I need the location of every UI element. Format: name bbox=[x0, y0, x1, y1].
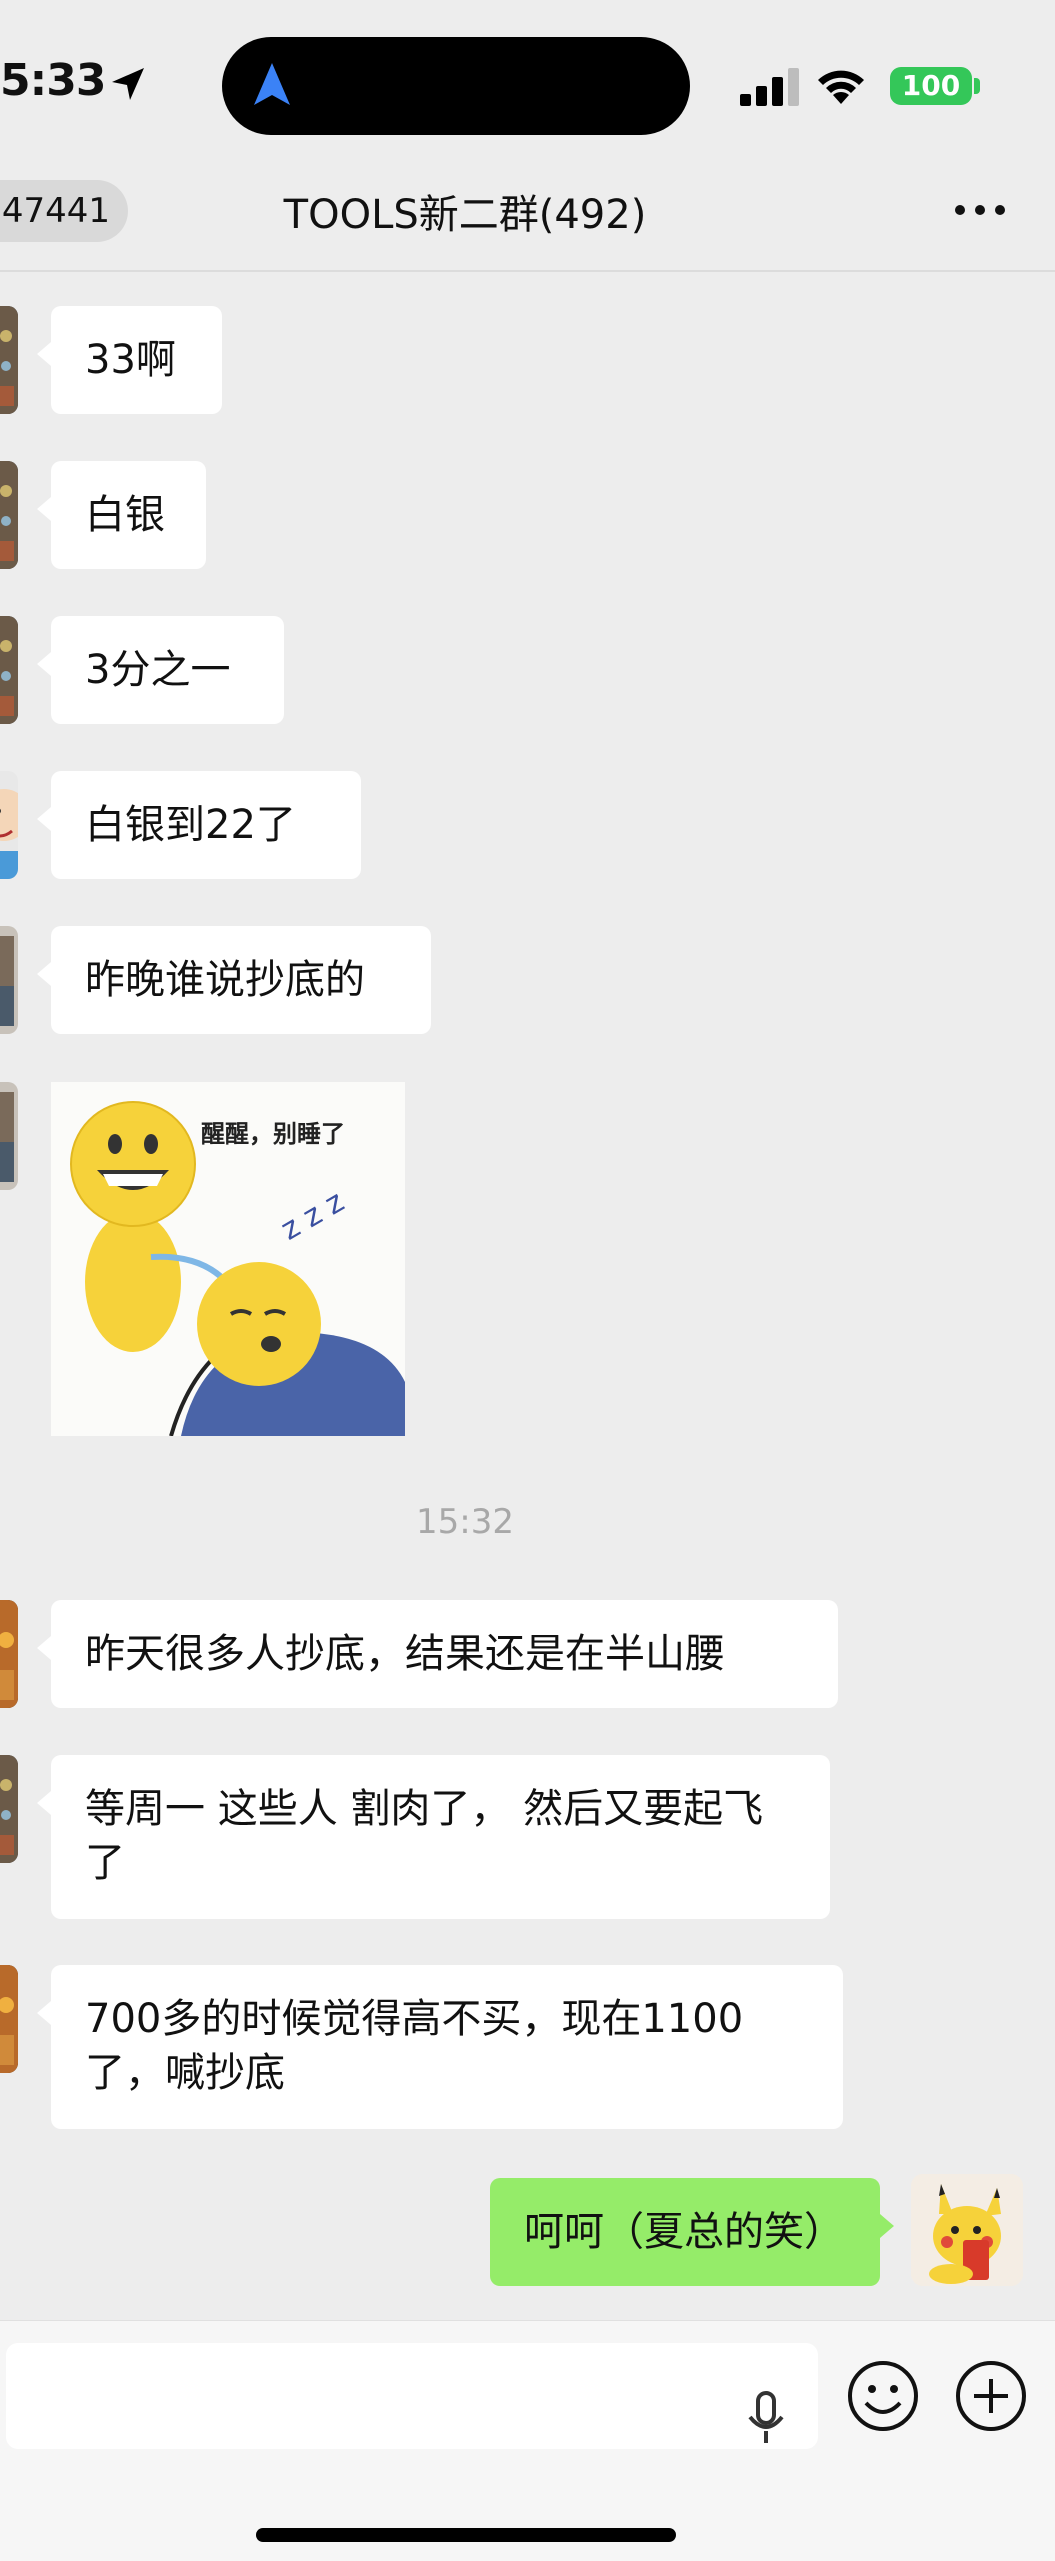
pikachu-avatar-image bbox=[911, 2174, 1023, 2286]
location-arrow-icon bbox=[112, 68, 144, 100]
sticker-caption: 醒醒，别睡了 bbox=[201, 1120, 345, 1148]
message-bubble[interactable]: 昨天很多人抄底，结果还是在半山腰 bbox=[37, 1600, 838, 1708]
navigation-arrow-icon bbox=[254, 63, 290, 105]
chat-title: TOOLS新二群(492) bbox=[283, 192, 647, 238]
message-bubble[interactable]: 等周一 这些人 割肉了， 然后又要起飞了 bbox=[37, 1755, 830, 1919]
message-bubble[interactable]: 33啊 bbox=[37, 306, 222, 414]
sender-avatar[interactable] bbox=[0, 771, 18, 879]
message-input[interactable] bbox=[6, 2343, 818, 2449]
sender-avatar[interactable] bbox=[0, 1965, 18, 2073]
message-bubble[interactable]: 700多的时候觉得高不买，现在1100了，喊抄底 bbox=[37, 1965, 843, 2129]
home-indicator bbox=[256, 2528, 676, 2542]
microphone-icon[interactable] bbox=[746, 2389, 786, 2449]
sender-avatar[interactable] bbox=[0, 461, 18, 569]
message-timestamp: 15:32 bbox=[416, 1502, 514, 1542]
dynamic-island bbox=[222, 37, 690, 135]
chat-header: 47441 TOOLS新二群(492) bbox=[0, 170, 1055, 272]
emoji-icon[interactable] bbox=[846, 2359, 920, 2433]
sender-avatar[interactable] bbox=[0, 926, 18, 1034]
sender-avatar[interactable] bbox=[0, 306, 18, 414]
status-time: 5:33 bbox=[0, 55, 106, 106]
cellular-signal-icon bbox=[740, 68, 799, 106]
sticker-image[interactable]: 醒醒，别睡了 z z z bbox=[51, 1082, 405, 1436]
message-bubble[interactable]: 白银 bbox=[37, 461, 206, 569]
sender-avatar[interactable] bbox=[0, 616, 18, 724]
my-avatar[interactable] bbox=[911, 2174, 1023, 2286]
my-message-bubble[interactable]: 呵呵（夏总的笑） bbox=[490, 2178, 894, 2286]
sender-avatar[interactable] bbox=[0, 1600, 18, 1708]
sticker-emoji-wake-up: 醒醒，别睡了 z z z bbox=[51, 1082, 405, 1436]
input-bar bbox=[0, 2320, 1055, 2561]
message-bubble[interactable]: 3分之一 bbox=[37, 616, 284, 724]
message-bubble[interactable]: 昨晚谁说抄底的 bbox=[37, 926, 431, 1034]
status-bar: 5:33 100 bbox=[0, 0, 1055, 170]
wifi-icon bbox=[818, 70, 864, 104]
battery-indicator: 100 bbox=[890, 67, 972, 105]
message-bubble[interactable]: 白银到22了 bbox=[37, 771, 361, 879]
sender-avatar[interactable] bbox=[0, 1755, 18, 1863]
sender-avatar[interactable] bbox=[0, 1082, 18, 1190]
more-options-icon[interactable] bbox=[950, 198, 1010, 222]
battery-tip bbox=[974, 78, 980, 94]
plus-icon[interactable] bbox=[954, 2359, 1028, 2433]
